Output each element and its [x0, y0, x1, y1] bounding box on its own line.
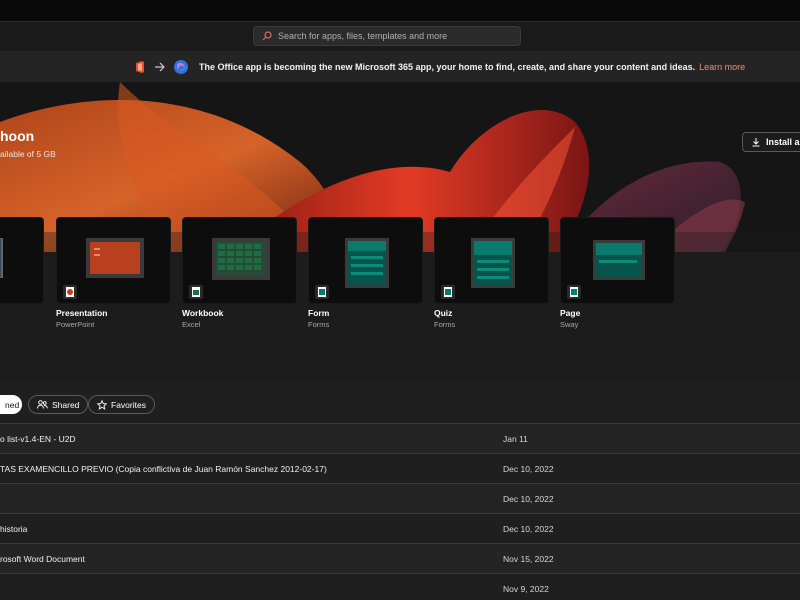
window-top-bar — [0, 0, 800, 22]
template-label-form: Form — [308, 308, 330, 318]
office-logo-icon — [136, 60, 144, 73]
sway-icon — [567, 285, 581, 299]
document-thumbnail — [0, 238, 3, 278]
filter-favorites[interactable]: Favorites — [88, 395, 155, 414]
template-label-presentation: Presentation — [56, 308, 108, 318]
install-apps-button[interactable]: Install ap — [742, 132, 800, 152]
app-header: Search for apps, files, templates and mo… — [0, 22, 800, 51]
filter-opened-label: ned — [5, 399, 20, 410]
file-name: rosoft Word Document — [0, 554, 85, 564]
template-app-quiz: Forms — [434, 320, 456, 329]
file-row[interactable]: o list-v1.4-EN - U2D Jan 11 — [0, 423, 800, 453]
excel-icon — [189, 285, 203, 299]
filter-shared[interactable]: Shared — [28, 395, 89, 414]
file-date: Jan 11 — [503, 434, 528, 444]
microsoft-365-logo-icon — [174, 59, 188, 74]
filter-opened[interactable]: ned — [0, 395, 22, 414]
template-app-workbook: Excel — [182, 320, 201, 329]
banner-message: The Office app is becoming the new Micro… — [199, 61, 696, 72]
download-icon — [752, 138, 760, 147]
template-label-workbook: Workbook — [182, 308, 224, 318]
filter-favorites-label: Favorites — [111, 399, 146, 410]
hero-section: hoon ailable of 5 GB Install ap Presenta… — [0, 82, 800, 382]
file-date: Nov 9, 2022 — [503, 584, 549, 594]
storage-info: ailable of 5 GB — [0, 149, 56, 159]
template-card-page[interactable] — [560, 217, 675, 304]
arrow-right-icon — [155, 62, 165, 71]
quiz-thumbnail — [471, 238, 515, 288]
file-row[interactable]: Nov 9, 2022 — [0, 573, 800, 600]
template-label-page: Page — [560, 308, 581, 318]
file-row[interactable]: Dec 10, 2022 — [0, 483, 800, 513]
shared-people-icon — [37, 400, 48, 409]
file-date: Dec 10, 2022 — [503, 494, 554, 504]
file-row[interactable]: TAS EXAMENCILLO PREVIO (Copia conflictiv… — [0, 453, 800, 483]
forms-icon — [441, 285, 455, 299]
page-thumbnail — [593, 240, 645, 280]
file-row[interactable]: historia Dec 10, 2022 — [0, 513, 800, 543]
presentation-thumbnail — [86, 238, 144, 278]
file-name: historia — [0, 524, 28, 534]
file-date: Dec 10, 2022 — [503, 524, 554, 534]
template-app-page: Sway — [560, 320, 579, 329]
template-card-presentation[interactable] — [56, 217, 171, 304]
template-label-quiz: Quiz — [434, 308, 453, 318]
install-apps-label: Install ap — [766, 137, 800, 147]
workbook-thumbnail — [212, 238, 270, 280]
template-card-document[interactable] — [0, 217, 44, 304]
greeting-title: hoon — [0, 128, 35, 144]
announcement-banner: The Office app is becoming the new Micro… — [0, 51, 800, 82]
file-date: Nov 15, 2022 — [503, 554, 554, 564]
filter-shared-label: Shared — [52, 399, 80, 410]
template-app-form: Forms — [308, 320, 330, 329]
template-app-presentation: PowerPoint — [56, 320, 95, 329]
file-row[interactable]: rosoft Word Document Nov 15, 2022 — [0, 543, 800, 573]
search-icon — [262, 31, 272, 41]
search-input[interactable]: Search for apps, files, templates and mo… — [278, 31, 447, 41]
search-box[interactable]: Search for apps, files, templates and mo… — [253, 26, 521, 46]
powerpoint-icon — [63, 285, 77, 299]
template-card-quiz[interactable] — [434, 217, 549, 304]
form-thumbnail — [345, 238, 389, 288]
learn-more-link[interactable]: Learn more — [699, 62, 745, 72]
file-date: Dec 10, 2022 — [503, 464, 554, 474]
template-card-workbook[interactable] — [182, 217, 297, 304]
file-name: o list-v1.4-EN - U2D — [0, 434, 76, 444]
forms-icon — [315, 285, 329, 299]
file-name: TAS EXAMENCILLO PREVIO (Copia conflictiv… — [0, 464, 327, 474]
star-icon — [97, 399, 107, 410]
template-card-form[interactable] — [308, 217, 423, 304]
